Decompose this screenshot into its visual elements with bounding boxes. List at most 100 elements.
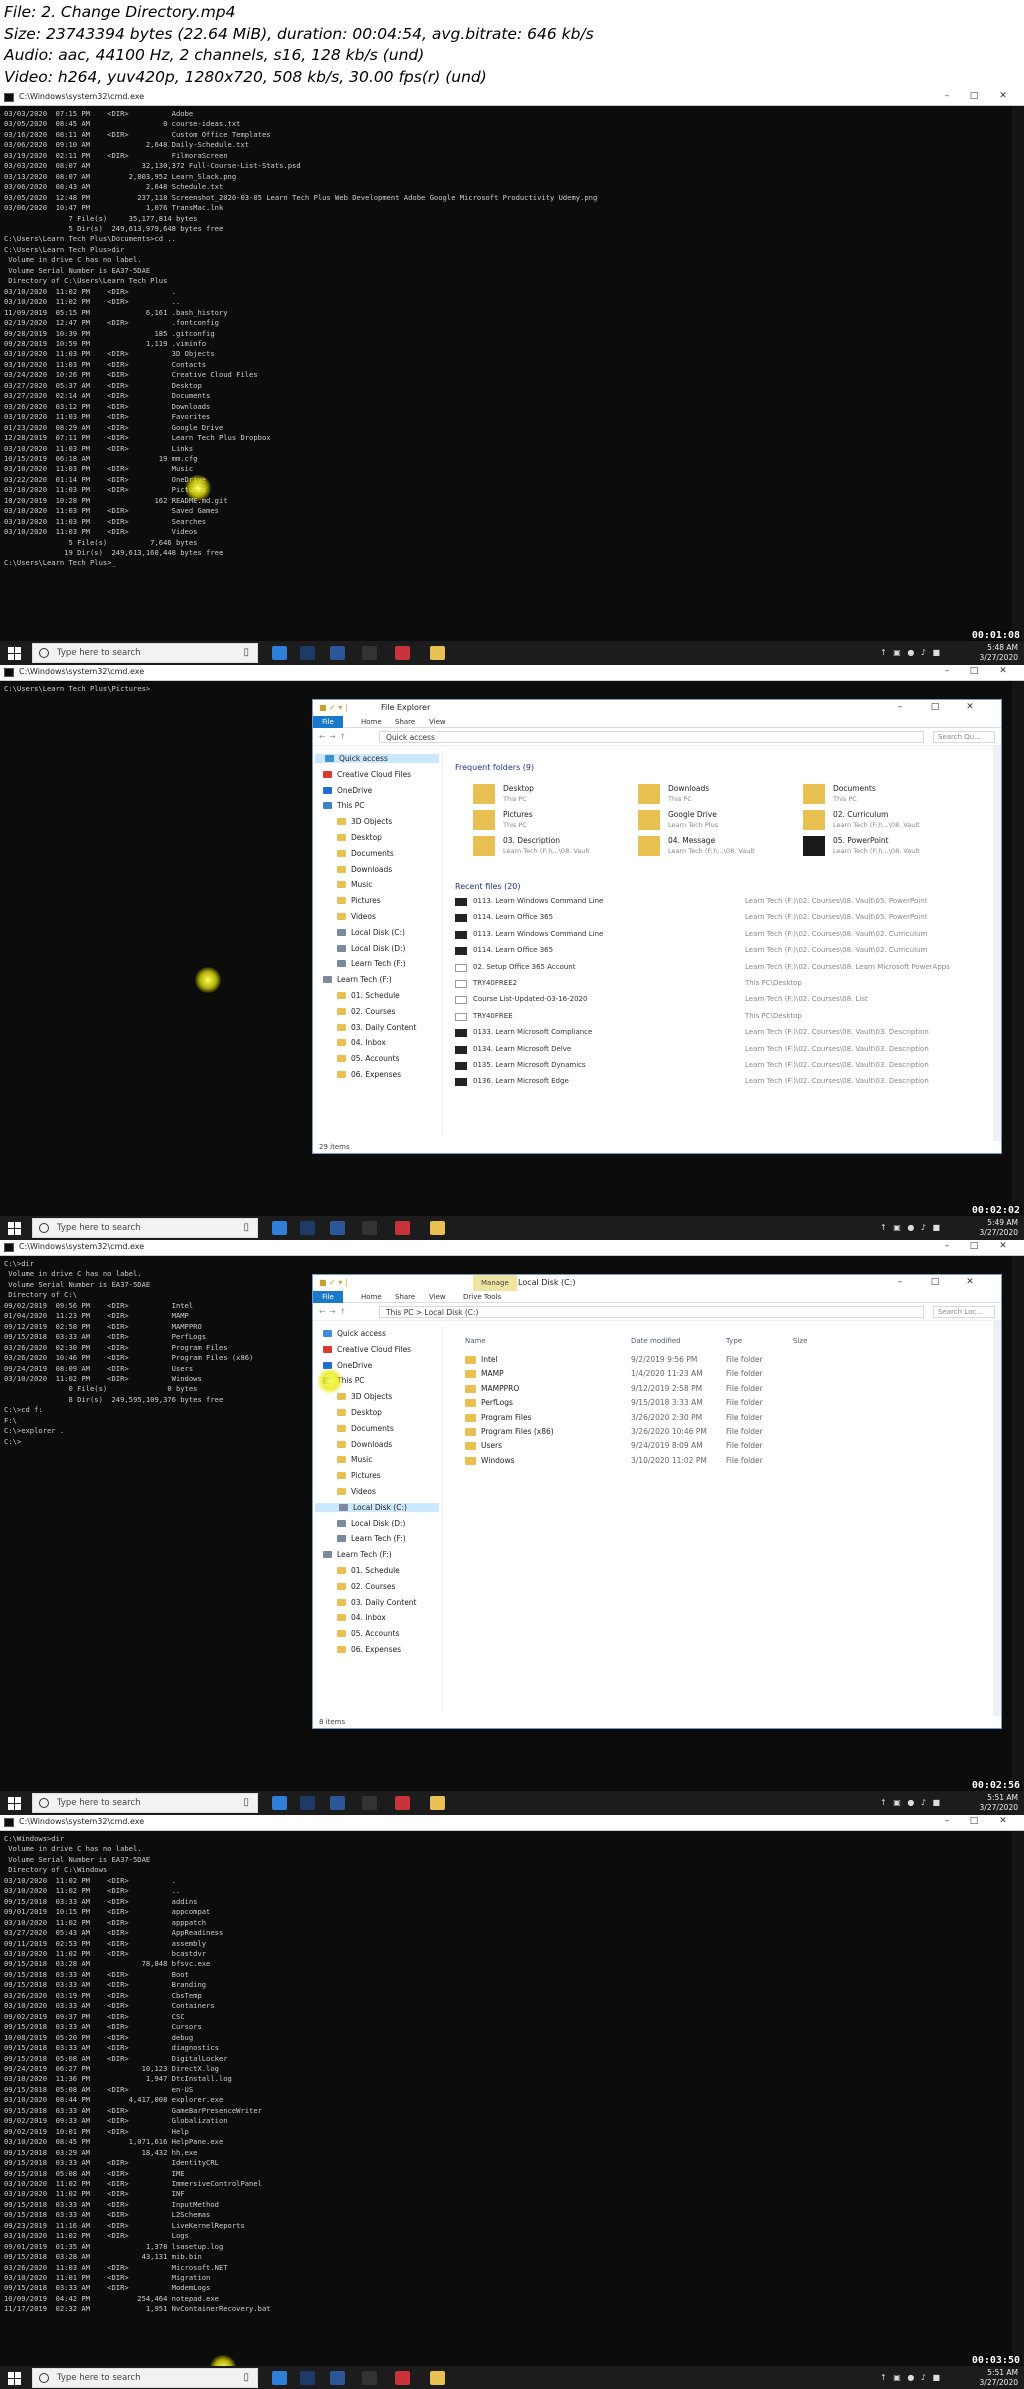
nav-item[interactable]: 3D Objects — [337, 817, 392, 826]
nav-item[interactable]: 02. Courses — [337, 1582, 395, 1591]
terminal-output[interactable]: C:\Users\Learn Tech Plus\Pictures> — [4, 684, 1004, 694]
windows-start-icon[interactable] — [8, 1222, 21, 1235]
nav-item[interactable]: 03. Daily Content — [337, 1598, 417, 1607]
file-explorer-window[interactable]: ■ ✓ ▾ | Local Disk (C:) Manage – □ ✕ File Home S… — [312, 1274, 1002, 1729]
quick-access-toolbar-icon[interactable]: ■ ✓ ▾ | — [319, 703, 348, 712]
microphone-icon[interactable]: ▯ — [243, 647, 249, 658]
recent-file-row[interactable]: 0113. Learn Windows Command Line Learn Te… — [455, 930, 990, 940]
recent-file-row[interactable]: 0133. Learn Microsoft Compliance Learn Te… — [455, 1028, 990, 1038]
media-icon[interactable] — [395, 646, 410, 660]
folder-row[interactable]: PerfLogs 9/15/2018 3:33 AM File folder — [461, 1396, 861, 1410]
terminal-output[interactable]: 03/03/2020 07:15 PM <DIR> Adobe 03/05/202… — [4, 109, 1004, 569]
cmd-taskbar-icon[interactable] — [362, 646, 377, 660]
scrollbar[interactable] — [1012, 106, 1024, 641]
column-header[interactable]: Name — [465, 1337, 486, 1345]
folder-row[interactable]: Intel 9/2/2019 9:56 PM File folder — [461, 1353, 861, 1367]
nav-item[interactable]: Downloads — [337, 865, 392, 874]
column-header[interactable]: Size — [793, 1337, 807, 1345]
nav-item[interactable]: Local Disk (D:) — [337, 1519, 405, 1528]
tab-view[interactable]: View — [429, 718, 446, 726]
media-icon[interactable] — [395, 2371, 410, 2385]
folder-row[interactable]: Users 9/24/2019 8:09 AM File folder — [461, 1439, 861, 1453]
recent-file-row[interactable]: 0135. Learn Microsoft Dynamics Learn Tech… — [455, 1061, 990, 1071]
taskbar-clock[interactable]: 5:51 AM 3/27/2020 — [980, 1793, 1018, 1813]
word-icon[interactable] — [330, 646, 345, 660]
address-bar[interactable]: This PC > Local Disk (C:) — [379, 1306, 924, 1318]
nav-item[interactable]: 3D Objects — [337, 1392, 392, 1401]
explorer-minimize-icon[interactable]: – — [893, 702, 907, 712]
nav-item[interactable]: OneDrive — [323, 786, 372, 795]
system-tray-icons[interactable]: ↑ ▣ ● ♪ ■ — [880, 1223, 942, 1232]
column-header[interactable]: Type — [726, 1337, 742, 1345]
tab-file[interactable]: File — [313, 716, 343, 728]
photoshop-icon[interactable] — [300, 1221, 315, 1235]
tab-share[interactable]: Share — [395, 1293, 415, 1301]
file-explorer-icon[interactable] — [430, 1796, 445, 1810]
taskbar-clock[interactable]: 5:49 AM 3/27/2020 — [980, 1218, 1018, 1238]
nav-item[interactable]: 06. Expenses — [337, 1070, 401, 1079]
microphone-icon[interactable]: ▯ — [243, 2372, 249, 2383]
nav-item[interactable]: Learn Tech (F:) — [337, 959, 406, 968]
recent-file-row[interactable]: 0113. Learn Windows Command Line Learn Te… — [455, 897, 990, 907]
recent-file-row[interactable]: 0136. Learn Microsoft Edge Learn Tech (F:… — [455, 1077, 990, 1087]
recent-file-row[interactable]: 02. Setup Office 365 Account Learn Tech (… — [455, 963, 990, 973]
cmd-taskbar-icon[interactable] — [362, 2371, 377, 2385]
nav-item[interactable]: Documents — [337, 849, 394, 858]
file-explorer-icon[interactable] — [430, 2371, 445, 2385]
recent-file-row[interactable]: TRY40FREE2 This PC\Desktop — [455, 979, 990, 989]
recent-file-row[interactable]: 0134. Learn Microsoft Delve Learn Tech (F… — [455, 1045, 990, 1055]
cmd-title-bar[interactable]: C:\Windows\system32\cmd.exe – □ ✕ — [0, 1815, 1024, 1831]
windows-start-icon[interactable] — [8, 1797, 21, 1810]
cmd-taskbar-icon[interactable] — [362, 1221, 377, 1235]
folder-row[interactable]: Windows 3/10/2020 11:02 PM File folder — [461, 1454, 861, 1468]
edge-icon[interactable] — [272, 1221, 287, 1235]
explorer-close-icon[interactable]: ✕ — [963, 1277, 977, 1287]
nav-item[interactable]: Local Disk (C:) — [315, 1502, 439, 1512]
file-explorer-icon[interactable] — [430, 646, 445, 660]
nav-item[interactable]: 03. Daily Content — [337, 1023, 417, 1032]
microphone-icon[interactable]: ▯ — [243, 1797, 249, 1808]
word-icon[interactable] — [330, 1796, 345, 1810]
column-header[interactable]: Date modified — [631, 1337, 681, 1345]
folder-row[interactable]: MAMPPRO 9/12/2019 2:58 PM File folder — [461, 1382, 861, 1396]
recent-file-row[interactable]: Course List-Updated-03-16-2020 Learn Tech… — [455, 995, 990, 1005]
nav-item[interactable]: This PC — [323, 801, 364, 810]
explorer-scrollbar[interactable] — [993, 1321, 1001, 1716]
close-icon[interactable]: ✕ — [996, 666, 1010, 676]
windows-start-icon[interactable] — [8, 2372, 21, 2385]
nav-item[interactable]: 05. Accounts — [337, 1629, 400, 1638]
nav-item[interactable]: Videos — [337, 1487, 376, 1496]
nav-item[interactable]: Downloads — [337, 1440, 392, 1449]
scrollbar[interactable] — [1012, 681, 1024, 1216]
folder-tile[interactable]: 05. PowerPoint Learn Tech (F:)\...\08. Va… — [803, 834, 963, 864]
scrollbar[interactable] — [1012, 1831, 1024, 2366]
explorer-maximize-icon[interactable]: □ — [928, 702, 942, 712]
media-icon[interactable] — [395, 1221, 410, 1235]
explorer-title-bar[interactable]: ■ ✓ ▾ | Local Disk (C:) Manage – □ ✕ — [313, 1275, 1001, 1291]
close-icon[interactable]: ✕ — [996, 91, 1010, 101]
photoshop-icon[interactable] — [300, 2371, 315, 2385]
minimize-icon[interactable]: – — [940, 1241, 954, 1251]
maximize-icon[interactable]: □ — [967, 91, 981, 101]
nav-item[interactable]: 01. Schedule — [337, 1566, 400, 1575]
edge-icon[interactable] — [272, 2371, 287, 2385]
recent-file-row[interactable]: 0114. Learn Office 365 Learn Tech (F:)\02… — [455, 913, 990, 923]
nav-item[interactable]: 02. Courses — [337, 1007, 395, 1016]
minimize-icon[interactable]: – — [940, 666, 954, 676]
nav-item[interactable]: Quick access — [323, 1329, 386, 1338]
explorer-search-input[interactable]: Search Qu... — [933, 731, 995, 743]
nav-item[interactable]: Desktop — [337, 1408, 382, 1417]
folder-tile[interactable]: 04. Message Learn Tech (F:)\...\08. Vault — [638, 834, 798, 864]
maximize-icon[interactable]: □ — [967, 666, 981, 676]
folder-tile[interactable]: 03. Description Learn Tech (F:)\...\08. V… — [473, 834, 633, 864]
taskbar-search-box[interactable]: Type here to search ▯ — [32, 643, 258, 663]
explorer-minimize-icon[interactable]: – — [893, 1277, 907, 1287]
taskbar-search-box[interactable]: Type here to search ▯ — [32, 1793, 258, 1813]
address-bar[interactable]: Quick access — [379, 731, 924, 743]
minimize-icon[interactable]: – — [940, 1816, 954, 1826]
folder-row[interactable]: Program Files 3/26/2020 2:30 PM File folde… — [461, 1411, 861, 1425]
nav-item[interactable]: Creative Cloud Files — [323, 1345, 411, 1354]
cmd-title-bar[interactable]: C:\Windows\system32\cmd.exe – □ ✕ — [0, 90, 1024, 106]
recent-file-row[interactable]: TRY40FREE This PC\Desktop — [455, 1012, 990, 1022]
nav-item[interactable]: Learn Tech (F:) — [323, 975, 392, 984]
